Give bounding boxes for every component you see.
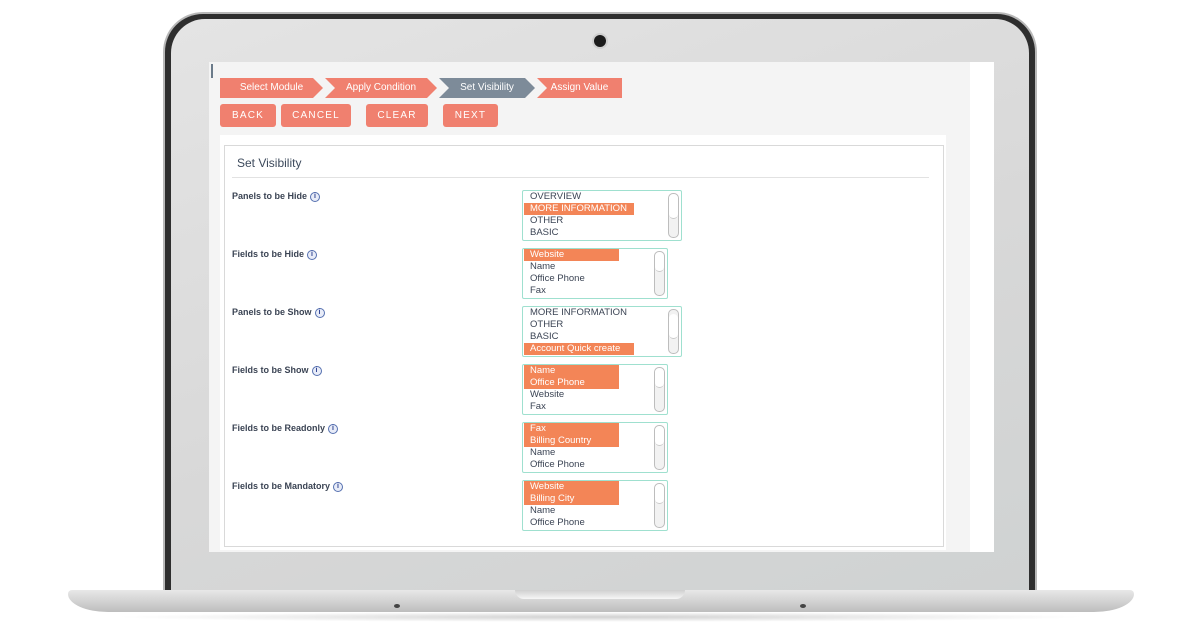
list-option[interactable]: Name bbox=[524, 447, 619, 459]
list-option-selected[interactable]: MORE INFORMATION bbox=[524, 203, 634, 215]
multiselect-listbox[interactable]: Name Office Phone Website Fax bbox=[522, 364, 668, 415]
info-icon[interactable]: i bbox=[314, 307, 325, 318]
field-label-text: Fields to be Readonly bbox=[232, 423, 326, 433]
list-option[interactable]: Name bbox=[524, 261, 619, 273]
multiselect-listbox[interactable]: Fax Billing Country Name Office Phone bbox=[522, 422, 668, 473]
list-option[interactable]: OTHER bbox=[524, 215, 634, 227]
list-option-selected[interactable]: Account Quick create bbox=[524, 343, 634, 355]
scrollbar-thumb[interactable] bbox=[655, 252, 664, 273]
list-option-selected[interactable]: Fax bbox=[524, 423, 619, 435]
list-option-selected[interactable]: Website bbox=[524, 481, 619, 493]
scrollbar[interactable] bbox=[668, 309, 679, 354]
list-option[interactable]: Fax bbox=[524, 285, 619, 297]
field-label-text: Panels to be Hide bbox=[232, 191, 308, 201]
scrollbar[interactable] bbox=[654, 251, 665, 296]
list-option[interactable]: BASIC bbox=[524, 227, 634, 239]
info-icon[interactable]: i bbox=[307, 249, 318, 260]
step-select-module[interactable]: Select Module bbox=[220, 78, 323, 98]
field-label: Fields to be Mandatory i bbox=[232, 481, 344, 492]
webcam-icon bbox=[594, 35, 606, 47]
multiselect-listbox[interactable]: OVERVIEW MORE INFORMATION OTHER BASIC bbox=[522, 190, 682, 241]
list-option[interactable]: Office Phone bbox=[524, 459, 619, 471]
step-label: Assign Value bbox=[550, 82, 609, 93]
field-label: Panels to be Show i bbox=[232, 307, 325, 318]
scrollbar-thumb[interactable] bbox=[669, 314, 678, 339]
back-button[interactable]: BACK bbox=[220, 104, 276, 127]
list-option[interactable]: MORE INFORMATION bbox=[524, 307, 634, 319]
field-label-text: Fields to be Hide bbox=[232, 249, 305, 259]
scrollbar[interactable] bbox=[668, 193, 679, 238]
field-label: Panels to be Hide i bbox=[232, 191, 321, 202]
field-label: Fields to be Hide i bbox=[232, 249, 318, 260]
cancel-button[interactable]: CANCEL bbox=[281, 104, 351, 127]
scrollbar[interactable] bbox=[654, 483, 665, 528]
laptop-foot bbox=[394, 604, 400, 608]
panel-title: Set Visibility bbox=[237, 156, 302, 170]
list-option[interactable]: Fax bbox=[524, 401, 619, 413]
next-button[interactable]: NEXT bbox=[443, 104, 498, 127]
list-option[interactable]: BASIC bbox=[524, 331, 634, 343]
list-option[interactable]: Website bbox=[524, 389, 619, 401]
laptop-shadow bbox=[110, 612, 1090, 622]
field-label-text: Panels to be Show bbox=[232, 307, 312, 317]
list-option-selected[interactable]: Name bbox=[524, 365, 619, 377]
field-label-text: Fields to be Show bbox=[232, 365, 309, 375]
panel-divider bbox=[232, 177, 929, 178]
field-label: Fields to be Readonly i bbox=[232, 423, 339, 434]
screen-edge bbox=[970, 62, 994, 552]
scrollbar-thumb[interactable] bbox=[655, 426, 664, 447]
list-option-selected[interactable]: Billing City bbox=[524, 493, 619, 505]
laptop-foot bbox=[800, 604, 806, 608]
info-icon[interactable]: i bbox=[333, 481, 344, 492]
list-option[interactable]: OVERVIEW bbox=[524, 191, 634, 203]
step-set-visibility[interactable]: Set Visibility bbox=[439, 78, 535, 98]
list-option-selected[interactable]: Office Phone bbox=[524, 377, 619, 389]
laptop-notch bbox=[515, 590, 685, 599]
info-icon[interactable]: i bbox=[328, 423, 339, 434]
clear-button[interactable]: CLEAR bbox=[366, 104, 428, 127]
list-option[interactable]: OTHER bbox=[524, 319, 634, 331]
info-icon[interactable]: i bbox=[311, 365, 322, 376]
scrollbar-thumb[interactable] bbox=[655, 368, 664, 389]
multiselect-listbox[interactable]: Website Name Office Phone Fax bbox=[522, 248, 668, 299]
list-option[interactable]: Office Phone bbox=[524, 273, 619, 285]
step-label: Select Module bbox=[239, 82, 304, 93]
multiselect-listbox[interactable]: Website Billing City Name Office Phone bbox=[522, 480, 668, 531]
info-icon[interactable]: i bbox=[310, 191, 321, 202]
scrollbar[interactable] bbox=[654, 425, 665, 470]
list-option[interactable]: Name bbox=[524, 505, 619, 517]
multiselect-listbox[interactable]: MORE INFORMATION OTHER BASIC Account Quick … bbox=[522, 306, 682, 357]
field-label: Fields to be Show i bbox=[232, 365, 322, 376]
scrollbar-thumb[interactable] bbox=[655, 484, 664, 505]
list-option[interactable]: Office Phone bbox=[524, 517, 619, 529]
list-option-selected[interactable]: Website bbox=[524, 249, 619, 261]
step-assign-value[interactable]: Assign Value bbox=[537, 78, 622, 98]
scrollbar[interactable] bbox=[654, 367, 665, 412]
field-label-text: Fields to be Mandatory bbox=[232, 481, 331, 491]
step-apply-condition[interactable]: Apply Condition bbox=[325, 78, 437, 98]
step-label: Apply Condition bbox=[345, 82, 417, 93]
step-label: Set Visibility bbox=[460, 82, 514, 93]
list-option-selected[interactable]: Billing Country bbox=[524, 435, 619, 447]
scrollbar-thumb[interactable] bbox=[669, 194, 678, 219]
text-cursor bbox=[211, 64, 213, 78]
